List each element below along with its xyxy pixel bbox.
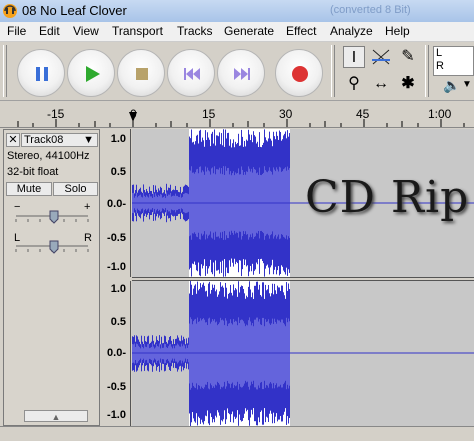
speaker-icon: 🔈 [443, 77, 461, 93]
vruler-label: 0.0- [107, 347, 126, 359]
tools-grip[interactable] [331, 45, 335, 97]
track-bit-depth: 32-bit float [7, 166, 59, 178]
zoom-tool[interactable]: ⚲ [343, 73, 365, 95]
close-track-button[interactable]: ✕ [6, 133, 20, 147]
menu-analyze[interactable]: Analyze [330, 24, 373, 38]
mute-button[interactable]: Mute [6, 182, 52, 196]
channel-1-vertical-ruler: 1.0 0.5 0.0- -0.5 -1.0 [101, 129, 131, 277]
menu-effect[interactable]: Effect [286, 24, 316, 38]
menu-view[interactable]: View [73, 24, 99, 38]
title-bar: 08 No Leaf Clover (converted 8 Bit) [0, 0, 474, 22]
pan-slider[interactable] [14, 240, 90, 254]
vruler-label: 0.5 [110, 316, 126, 328]
track-area-bottom [0, 426, 474, 441]
track-control-panel: ✕ Track08 ▼ Stereo, 44100Hz 32-bit float… [3, 129, 100, 426]
play-button[interactable] [67, 49, 115, 97]
level-meter[interactable]: L R [433, 46, 474, 76]
vruler-label: 1.0 [110, 283, 126, 295]
vruler-label: 0.0- [107, 198, 126, 210]
triangle-up-icon: ▲ [51, 412, 61, 422]
cd-rip-overlay-text: CD Rip [305, 172, 470, 223]
magnifier-icon: ⚲ [348, 75, 360, 92]
vruler-label: -1.0 [107, 409, 126, 421]
vruler-label: -1.0 [107, 261, 126, 273]
time-shift-tool[interactable]: ↔ [370, 73, 392, 95]
meter-left-label: L [436, 47, 443, 59]
envelope-tool[interactable] [370, 46, 392, 68]
menu-help[interactable]: Help [385, 24, 410, 38]
selection-tool[interactable]: I [343, 46, 365, 68]
play-icon [86, 66, 100, 82]
vruler-label: 1.0 [110, 133, 126, 145]
menu-bar: File Edit View Transport Tracks Generate… [0, 22, 474, 42]
waveform-channel-2[interactable] [132, 281, 474, 426]
vruler-label: -0.5 [107, 232, 126, 244]
menu-generate[interactable]: Generate [224, 24, 274, 38]
double-arrow-icon: ↔ [373, 75, 389, 92]
meter-grip[interactable] [425, 45, 429, 97]
ruler-ticks [17, 119, 465, 127]
draw-tool[interactable]: ✎ [397, 46, 419, 68]
skip-to-end-button[interactable] [217, 49, 265, 97]
collapse-track-button[interactable]: ▲ [24, 410, 88, 422]
skip-to-end-icon [234, 68, 250, 80]
record-icon [292, 66, 308, 82]
stop-icon [136, 68, 148, 80]
vruler-label: -0.5 [107, 381, 126, 393]
timeline-ruler[interactable]: -15 0 15 30 45 1:00 [0, 101, 474, 128]
track-name-menu[interactable]: Track08 ▼ [21, 133, 98, 147]
menu-edit[interactable]: Edit [39, 24, 60, 38]
track-name: Track08 [24, 134, 64, 146]
toolbar-grip[interactable] [3, 45, 7, 97]
chevron-down-icon: ▼ [83, 134, 94, 146]
multi-tool[interactable]: ✱ [397, 73, 419, 95]
i-beam-icon: I [351, 49, 357, 66]
audacity-app-icon [2, 3, 18, 19]
menu-transport[interactable]: Transport [112, 24, 163, 38]
gain-slider[interactable] [14, 210, 90, 224]
chevron-down-icon[interactable]: ▼ [462, 79, 472, 90]
window-title: 08 No Leaf Clover [22, 3, 127, 18]
menu-file[interactable]: File [7, 24, 26, 38]
record-button[interactable] [275, 49, 323, 97]
menu-tracks[interactable]: Tracks [177, 24, 213, 38]
toolbar: I ✎ ⚲ ↔ ✱ L R 🔈 ▼ [0, 42, 474, 101]
track-format: Stereo, 44100Hz [7, 150, 90, 162]
vruler-label: 0.5 [110, 166, 126, 178]
skip-to-start-button[interactable] [167, 49, 215, 97]
play-head-marker[interactable] [129, 112, 137, 126]
window-title-ghost: (converted 8 Bit) [330, 4, 411, 16]
channel-2-vertical-ruler: 1.0 0.5 0.0- -0.5 -1.0 [101, 281, 131, 426]
pause-icon [36, 67, 48, 81]
stop-button[interactable] [117, 49, 165, 97]
pencil-icon: ✎ [401, 48, 415, 65]
pause-button[interactable] [17, 49, 65, 97]
solo-button[interactable]: Solo [53, 182, 98, 196]
skip-to-start-icon [184, 68, 200, 80]
close-icon: ✕ [8, 134, 18, 146]
envelope-icon [372, 49, 390, 65]
asterisk-icon: ✱ [401, 75, 415, 92]
meter-right-label: R [436, 60, 444, 72]
